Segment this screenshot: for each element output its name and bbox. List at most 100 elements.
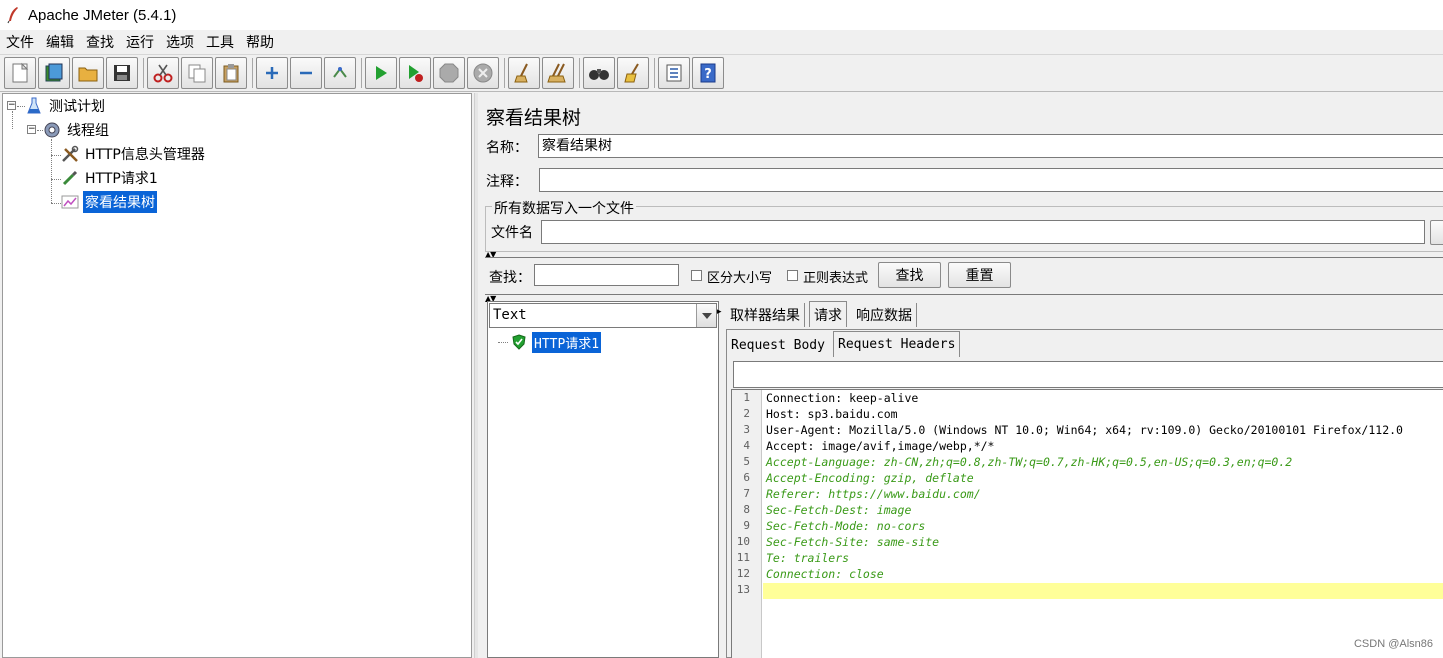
tree-connector xyxy=(51,179,61,180)
tree-node-view-results-tree[interactable]: 察看结果树 xyxy=(61,191,157,213)
new-icon[interactable] xyxy=(4,57,36,89)
line-number: 8 xyxy=(743,503,750,516)
tree-label: HTTP信息头管理器 xyxy=(85,147,205,163)
reset-button[interactable]: 重置 xyxy=(948,262,1011,288)
svg-text:?: ? xyxy=(704,67,712,82)
tree-label: HTTP请求1 xyxy=(532,331,602,353)
toolbar-separator xyxy=(504,58,505,88)
start-no-pause-icon[interactable] xyxy=(399,57,431,89)
tab-request[interactable]: 请求 xyxy=(809,301,847,327)
menu-file[interactable]: 文件 xyxy=(6,32,34,52)
menu-run[interactable]: 运行 xyxy=(126,32,154,52)
tools-icon xyxy=(61,145,79,163)
function-helper-list-icon[interactable] xyxy=(658,57,690,89)
pipette-icon xyxy=(61,169,79,187)
browse-button[interactable] xyxy=(1430,220,1443,245)
start-icon[interactable] xyxy=(365,57,397,89)
tree-label: 察看结果树 xyxy=(83,191,157,213)
templates-icon[interactable] xyxy=(38,57,70,89)
filename-field[interactable] xyxy=(541,220,1425,244)
result-detail-area: 取样器结果 请求 响应数据 Request Body Request Heade… xyxy=(723,301,1443,658)
find-button[interactable]: 查找 xyxy=(878,262,941,288)
line-number: 9 xyxy=(743,519,750,532)
code-line: Accept-Language: zh-CN,zh;q=0.8,zh-TW;q=… xyxy=(766,455,1293,469)
line-number: 2 xyxy=(743,407,750,420)
stop-icon[interactable] xyxy=(433,57,465,89)
line-number: 13 xyxy=(736,583,750,596)
toolbar-separator xyxy=(143,58,144,88)
clear-icon[interactable] xyxy=(508,57,540,89)
subtab-request-headers[interactable]: Request Headers xyxy=(833,331,961,357)
jmeter-feather-icon xyxy=(7,7,18,24)
line-number-gutter: 1 2 3 4 5 6 7 8 9 10 11 12 13 xyxy=(732,390,762,658)
file-group-legend: 所有数据写入一个文件 xyxy=(492,198,636,218)
line-number: 1 xyxy=(743,391,750,404)
code-line: Sec-Fetch-Dest: image xyxy=(766,503,912,517)
help-icon[interactable]: ? xyxy=(692,57,724,89)
paste-icon[interactable] xyxy=(215,57,247,89)
split-pane-divider[interactable] xyxy=(474,93,478,658)
code-line: Host: sp3.baidu.com xyxy=(766,407,898,421)
binoculars-search-icon[interactable] xyxy=(583,57,615,89)
tab-sampler-result[interactable]: 取样器结果 xyxy=(726,303,805,327)
code-line: Referer: https://www.baidu.com/ xyxy=(766,487,981,501)
menu-help[interactable]: 帮助 xyxy=(246,32,274,52)
renderer-select[interactable]: Text xyxy=(489,303,717,328)
gear-icon xyxy=(43,121,61,139)
sample-results-list[interactable]: Text HTTP请求1 xyxy=(487,301,719,658)
line-number: 11 xyxy=(736,551,750,564)
open-folder-icon[interactable] xyxy=(72,57,104,89)
menu-tools[interactable]: 工具 xyxy=(206,32,234,52)
collapse-thread-group-toggle[interactable]: − xyxy=(27,125,36,134)
tree-node-header-manager[interactable]: HTTP信息头管理器 xyxy=(61,143,207,165)
cut-icon[interactable] xyxy=(147,57,179,89)
request-panel: Request Body Request Headers 1 2 3 4 5 6 7 8 9 10… xyxy=(726,329,1443,658)
tree-node-test-plan[interactable]: 测试计划 xyxy=(25,95,107,117)
line-number: 6 xyxy=(743,471,750,484)
case-sensitive-checkbox[interactable] xyxy=(691,270,702,281)
panel-title: 察看结果树 xyxy=(486,107,582,129)
reset-search-broom-icon[interactable] xyxy=(617,57,649,89)
shutdown-icon[interactable] xyxy=(467,57,499,89)
name-field[interactable]: 察看结果树 xyxy=(538,134,1443,158)
code-line: Sec-Fetch-Site: same-site xyxy=(766,535,940,549)
code-line: Connection: keep-alive xyxy=(766,391,919,405)
comment-field[interactable] xyxy=(539,168,1443,192)
copy-icon[interactable] xyxy=(181,57,213,89)
request-headers-text-area[interactable]: 1 2 3 4 5 6 7 8 9 10 11 12 13 Connection: keep-alive… xyxy=(731,389,1443,658)
save-icon[interactable] xyxy=(106,57,138,89)
clear-all-icon[interactable] xyxy=(542,57,574,89)
split-arrow-icon[interactable]: ▸ xyxy=(717,307,721,317)
subtab-request-body[interactable]: Request Body xyxy=(727,333,829,357)
headers-search-input[interactable] xyxy=(733,361,1443,388)
collapse-test-plan-toggle[interactable]: − xyxy=(7,101,16,110)
tree-connector xyxy=(498,342,508,343)
toggle-icon[interactable] xyxy=(324,57,356,89)
regex-checkbox[interactable] xyxy=(787,270,798,281)
collapse-minus-icon[interactable] xyxy=(290,57,322,89)
name-label: 名称： xyxy=(486,140,528,156)
case-sensitive-label: 区分大小写 xyxy=(707,271,773,286)
code-line: Accept: image/avif,image/webp,*/* xyxy=(766,439,995,453)
toolbar-separator xyxy=(252,58,253,88)
menu-edit[interactable]: 编辑 xyxy=(46,32,74,52)
search-label: 查找： xyxy=(489,270,531,286)
menu-search[interactable]: 查找 xyxy=(86,32,114,52)
code-line: User-Agent: Mozilla/5.0 (Windows NT 10.0… xyxy=(766,423,1403,437)
test-plan-tree[interactable]: − 测试计划 − 线程组 HTTP信息头管理器 HTTP请求1 察看结果树 xyxy=(2,93,472,658)
watermark: CSDN @Alsn86 xyxy=(1353,638,1433,650)
sample-result-item[interactable]: HTTP请求1 xyxy=(510,331,602,353)
tree-connector xyxy=(12,111,13,129)
search-input[interactable] xyxy=(534,264,679,286)
tree-connector xyxy=(51,139,52,203)
tab-response-data[interactable]: 响应数据 xyxy=(852,303,917,327)
tree-node-thread-group[interactable]: 线程组 xyxy=(43,119,111,141)
comment-label: 注释： xyxy=(486,174,528,190)
toolbar-separator xyxy=(654,58,655,88)
menu-options[interactable]: 选项 xyxy=(166,32,194,52)
chevron-down-icon[interactable] xyxy=(696,304,716,327)
tree-node-http-request[interactable]: HTTP请求1 xyxy=(61,167,160,189)
filename-label: 文件名 xyxy=(491,225,533,241)
view-results-tree-panel: 察看结果树 名称： 察看结果树 注释： 所有数据写入一个文件 文件名 ▲▼ 查找… xyxy=(479,93,1443,658)
expand-plus-icon[interactable] xyxy=(256,57,288,89)
